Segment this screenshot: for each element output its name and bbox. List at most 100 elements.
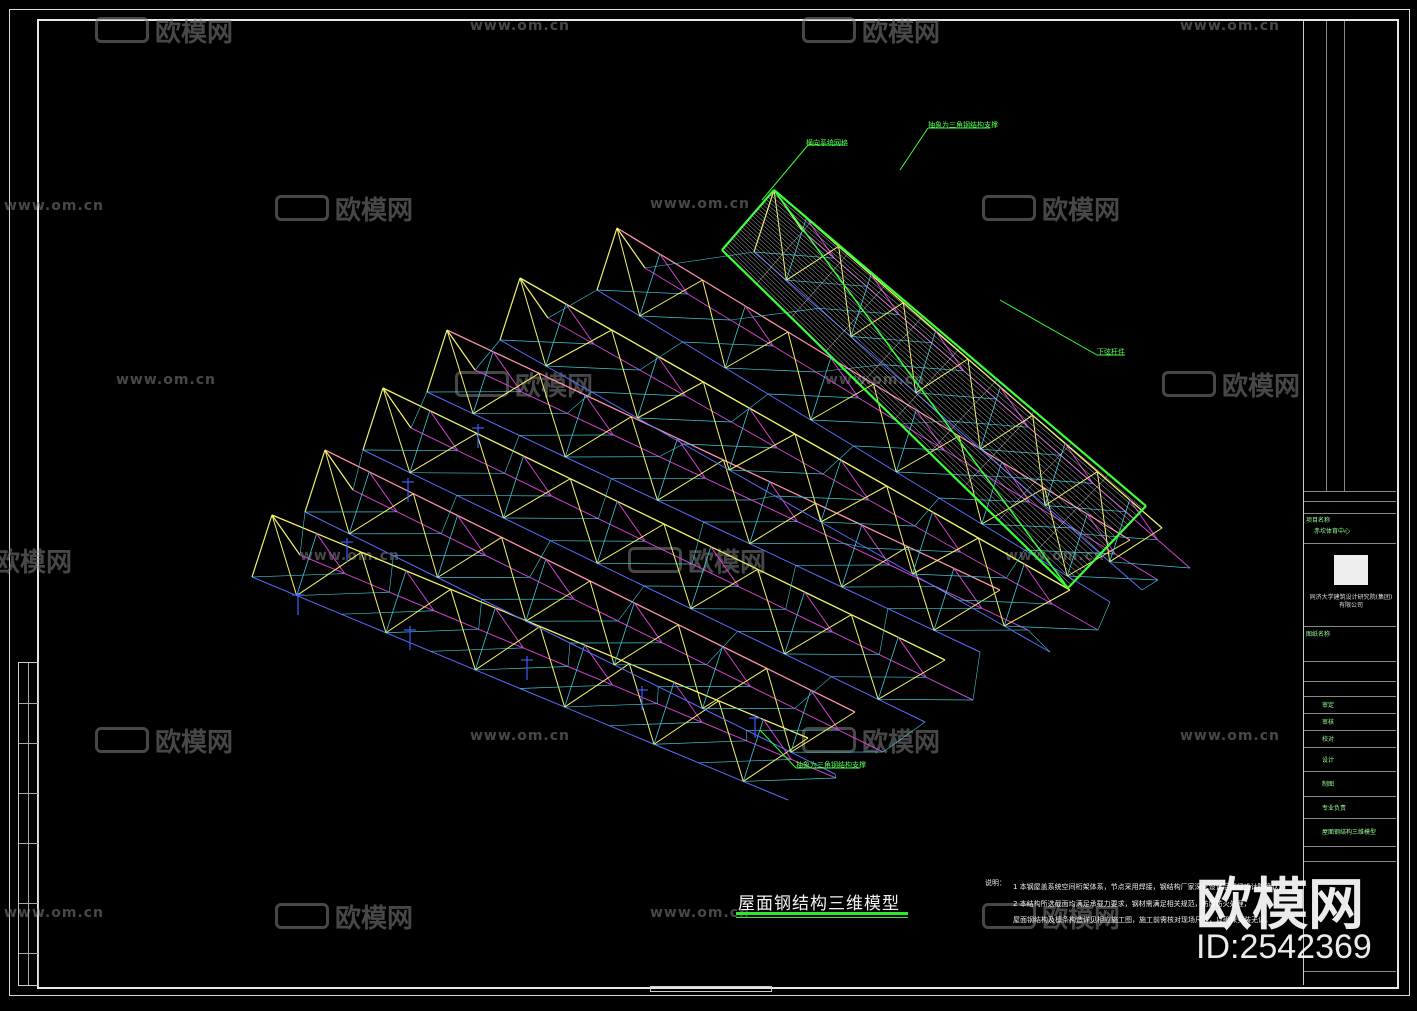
truss-member bbox=[1044, 487, 1068, 577]
truss-member bbox=[751, 495, 776, 501]
truss-member bbox=[564, 394, 586, 458]
truss-member bbox=[933, 589, 1001, 631]
truss-member bbox=[698, 759, 792, 764]
truss-member bbox=[853, 445, 897, 473]
truss-member bbox=[584, 394, 632, 418]
truss-member bbox=[251, 576, 297, 597]
signoff-row: 制图 bbox=[1322, 781, 1335, 788]
truss-member bbox=[723, 459, 751, 544]
truss-member bbox=[897, 636, 946, 661]
truss-member bbox=[385, 628, 479, 634]
truss-member bbox=[616, 227, 661, 255]
truss-member bbox=[362, 387, 384, 451]
truss-member bbox=[653, 700, 719, 745]
truss-member bbox=[433, 610, 479, 630]
truss-member bbox=[744, 305, 789, 333]
truss-member bbox=[850, 614, 879, 700]
truss-member bbox=[810, 419, 854, 447]
truss-member bbox=[810, 689, 856, 713]
truss-member bbox=[538, 373, 566, 458]
truss-member bbox=[794, 676, 832, 709]
truss-member bbox=[389, 555, 394, 593]
truss-member bbox=[810, 419, 902, 425]
truss-member bbox=[757, 569, 785, 655]
truss-member bbox=[1096, 471, 1131, 501]
truss-member bbox=[271, 514, 298, 596]
truss-member bbox=[437, 577, 482, 600]
truss-member bbox=[341, 613, 387, 634]
truss-member bbox=[612, 684, 658, 705]
truss-member bbox=[797, 521, 844, 544]
truss-member bbox=[501, 536, 547, 560]
truss-member bbox=[324, 449, 350, 534]
truss-member bbox=[637, 417, 732, 423]
truss-member bbox=[1109, 561, 1143, 591]
truss-member bbox=[743, 777, 837, 782]
truss-member bbox=[368, 471, 414, 495]
truss-member bbox=[1023, 563, 1053, 605]
truss-member bbox=[1051, 603, 1099, 631]
truss-member bbox=[769, 481, 816, 504]
truss-member bbox=[914, 497, 940, 527]
truss-member bbox=[933, 629, 981, 653]
truss-member bbox=[499, 277, 521, 341]
truss-member bbox=[710, 546, 740, 587]
truss-member bbox=[718, 700, 764, 721]
truss-member bbox=[565, 456, 612, 480]
left-revision-strip bbox=[18, 662, 39, 986]
truss-member bbox=[456, 494, 504, 519]
truss-member bbox=[565, 303, 612, 331]
truss-member bbox=[611, 478, 658, 501]
truss-member bbox=[503, 517, 599, 520]
truss-member bbox=[677, 624, 703, 709]
truss-member bbox=[682, 341, 726, 369]
truss-member bbox=[616, 227, 641, 317]
truss-member bbox=[639, 315, 731, 321]
truss-member bbox=[492, 351, 540, 374]
truss-member bbox=[840, 459, 887, 487]
signoff-row: 专业负责 bbox=[1322, 805, 1347, 812]
truss-member bbox=[564, 706, 610, 727]
truss-member bbox=[523, 647, 569, 667]
truss-member bbox=[503, 455, 524, 519]
truss-member bbox=[657, 355, 686, 397]
truss-member bbox=[475, 626, 541, 671]
truss-member bbox=[690, 608, 786, 610]
notes-label: 说明： bbox=[985, 879, 1006, 887]
truss-member bbox=[907, 546, 935, 631]
truss-member bbox=[596, 501, 618, 564]
truss-member bbox=[450, 588, 496, 609]
truss-member bbox=[348, 471, 370, 534]
truss-member bbox=[613, 434, 660, 458]
truss-member bbox=[639, 369, 686, 397]
truss-member bbox=[429, 410, 459, 451]
truss-member bbox=[413, 493, 458, 517]
truss-member bbox=[251, 573, 345, 578]
truss-member bbox=[545, 365, 640, 371]
truss-member bbox=[822, 473, 870, 501]
truss-member bbox=[1092, 483, 1126, 513]
truss-member bbox=[596, 523, 665, 564]
truss-member bbox=[877, 659, 946, 700]
truss-member bbox=[1066, 575, 1111, 603]
truss-member bbox=[853, 445, 945, 451]
truss-member bbox=[710, 546, 758, 570]
truss-member bbox=[567, 642, 571, 667]
truss-member bbox=[564, 416, 632, 458]
truss-member bbox=[790, 711, 856, 753]
truss-member bbox=[706, 631, 738, 665]
truss-member bbox=[757, 568, 805, 593]
truss-member bbox=[503, 517, 551, 542]
truss-member bbox=[616, 501, 646, 542]
truss-member bbox=[299, 511, 306, 556]
truss-member bbox=[597, 562, 693, 565]
truss-member bbox=[296, 595, 342, 615]
title-underline bbox=[736, 912, 908, 915]
truss-member bbox=[702, 708, 747, 731]
truss-member bbox=[525, 580, 591, 622]
truss-member bbox=[887, 608, 935, 631]
truss-member bbox=[840, 459, 870, 501]
truss-member bbox=[748, 407, 778, 449]
truss-member bbox=[804, 591, 833, 633]
truss-member bbox=[703, 521, 750, 545]
